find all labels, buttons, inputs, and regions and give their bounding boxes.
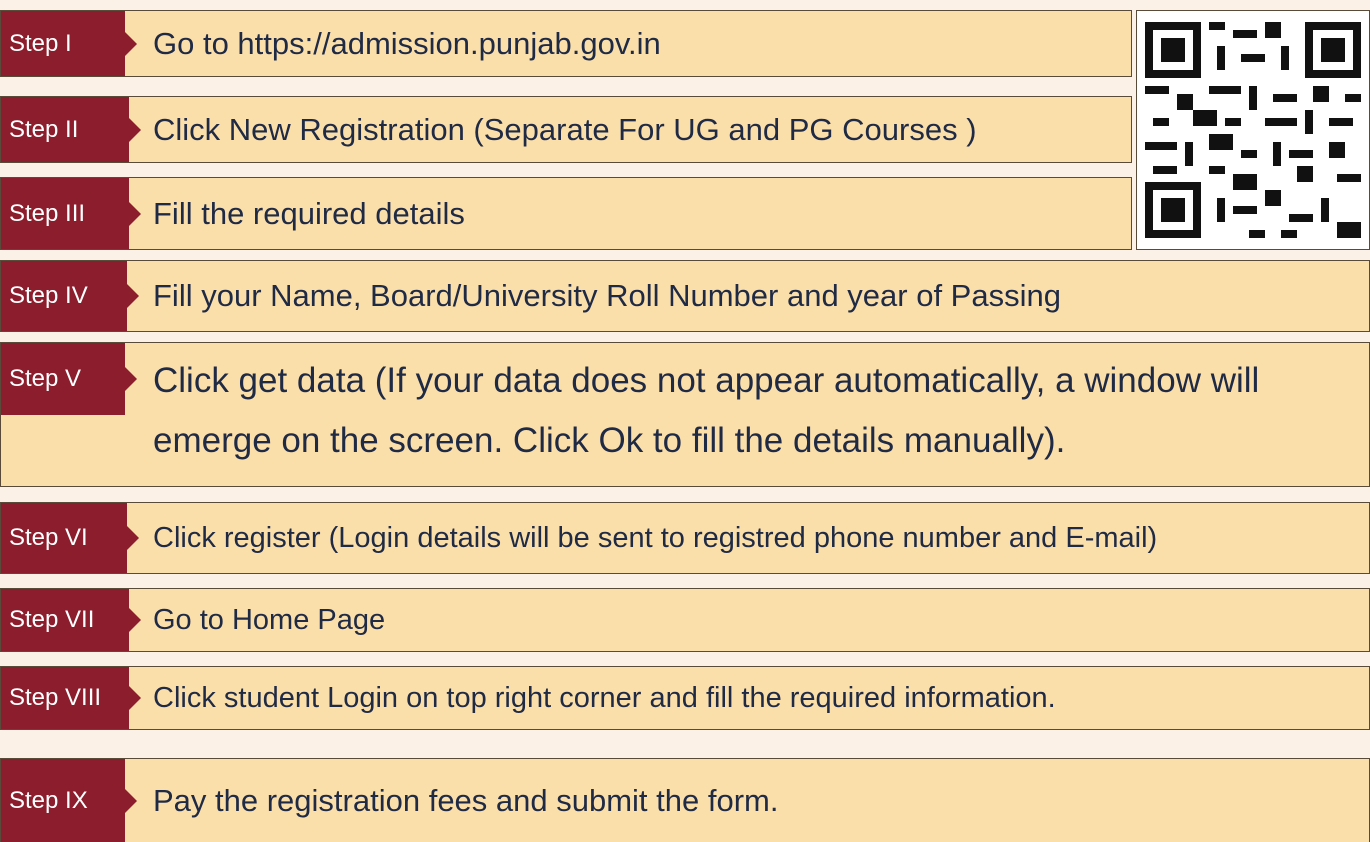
step-text: Pay the registration fees and submit the… bbox=[153, 782, 779, 818]
step-text: Fill the required details bbox=[153, 195, 465, 231]
step-row: Step III Fill the required details bbox=[0, 177, 1132, 250]
step-label: Step III bbox=[1, 178, 141, 249]
step-text: Fill your Name, Board/University Roll Nu… bbox=[153, 278, 1061, 313]
step-row: Step VII Go to Home Page bbox=[0, 588, 1370, 652]
step-label: Step VIII bbox=[1, 667, 141, 729]
qr-code-icon bbox=[1137, 14, 1369, 246]
step-label: Step IV bbox=[1, 261, 139, 331]
step-label: Step VI bbox=[1, 503, 139, 573]
step-label: Step V bbox=[1, 343, 137, 415]
step-label: Step IX bbox=[1, 759, 137, 842]
step-text: Click student Login on top right corner … bbox=[153, 681, 1056, 714]
step-text: Go to Home Page bbox=[153, 603, 386, 636]
step-label: Step II bbox=[1, 97, 141, 162]
step-label: Step VII bbox=[1, 589, 141, 651]
step-text: Click New Registration (Separate For UG … bbox=[153, 111, 977, 147]
step-row: Step IX Pay the registration fees and su… bbox=[0, 758, 1370, 842]
step-row: Step I Go to https://admission.punjab.go… bbox=[0, 10, 1132, 77]
step-row: Step VI Click register (Login details wi… bbox=[0, 502, 1370, 574]
step-text: Click register (Login details will be se… bbox=[153, 521, 1158, 554]
step-row: Step IV Fill your Name, Board/University… bbox=[0, 260, 1370, 332]
step-row: Step II Click New Registration (Separate… bbox=[0, 96, 1132, 163]
step-label: Step I bbox=[1, 11, 137, 76]
step-text: Go to https://admission.punjab.gov.in bbox=[153, 25, 661, 61]
step-row: Step VIII Click student Login on top rig… bbox=[0, 666, 1370, 730]
step-text: Click get data (If your data does not ap… bbox=[153, 361, 1260, 460]
step-row: Step V Click get data (If your data does… bbox=[0, 342, 1370, 487]
qr-code bbox=[1136, 10, 1370, 250]
